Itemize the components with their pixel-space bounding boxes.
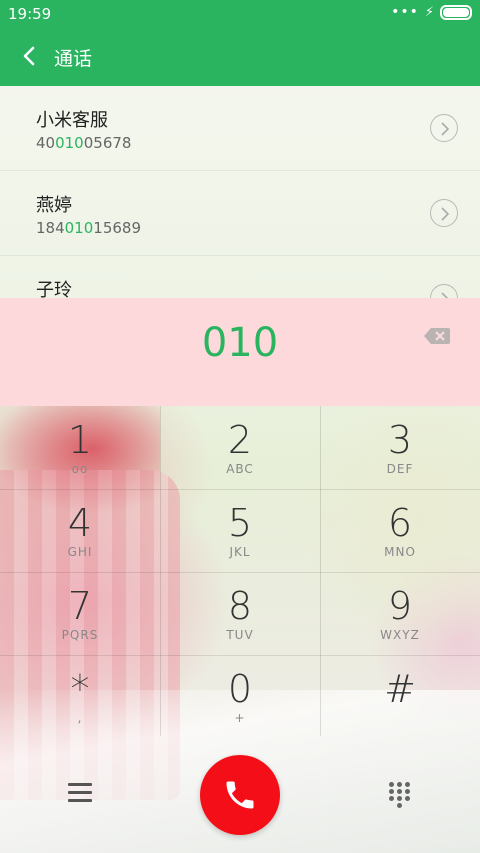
key-6[interactable]: 6 MNO bbox=[320, 489, 480, 571]
dialpad-icon[interactable] bbox=[389, 782, 411, 808]
key-hash[interactable]: # bbox=[320, 655, 480, 737]
keypad-divider bbox=[0, 572, 480, 573]
app-header: 通话 bbox=[0, 28, 480, 86]
keypad-divider bbox=[0, 655, 480, 656]
contact-detail-icon[interactable] bbox=[430, 114, 458, 142]
contact-number: 18401015689 bbox=[36, 219, 141, 237]
charging-icon: ⚡ bbox=[424, 4, 434, 20]
key-2[interactable]: 2 ABC bbox=[160, 406, 320, 488]
key-8[interactable]: 8 TUV bbox=[160, 572, 320, 654]
back-arrow-icon[interactable] bbox=[18, 44, 42, 68]
page-title: 通话 bbox=[54, 48, 93, 70]
list-item[interactable]: 子玲 bbox=[0, 256, 480, 298]
contact-number: 4001005678 bbox=[36, 134, 132, 152]
keypad-divider bbox=[160, 406, 161, 736]
key-9[interactable]: 9 WXYZ bbox=[320, 572, 480, 654]
status-time: 19:59 bbox=[8, 5, 52, 23]
key-5[interactable]: 5 JKL bbox=[160, 489, 320, 571]
contact-name: 子玲 bbox=[36, 280, 72, 298]
key-4[interactable]: 4 GHI bbox=[0, 489, 160, 571]
signal-dots-icon: ••• bbox=[391, 4, 419, 20]
key-7[interactable]: 7 PQRS bbox=[0, 572, 160, 654]
backspace-icon[interactable] bbox=[424, 328, 450, 344]
status-icons: ••• ⚡ bbox=[391, 4, 472, 20]
phone-icon bbox=[226, 781, 254, 809]
list-item[interactable]: 燕婷 18401015689 bbox=[0, 171, 480, 256]
contact-detail-icon[interactable] bbox=[430, 284, 458, 298]
dial-input-bar: 010 bbox=[0, 298, 480, 406]
call-button[interactable] bbox=[200, 755, 280, 835]
key-0[interactable]: 0 + bbox=[160, 655, 320, 737]
dial-keypad: 1 oo 2 ABC 3 DEF 4 GHI 5 JKL 6 MNO 7 PQRS 8 TUV … bbox=[0, 406, 480, 736]
list-item[interactable]: 小米客服 4001005678 bbox=[0, 86, 480, 171]
contact-detail-icon[interactable] bbox=[430, 199, 458, 227]
contact-name: 小米客服 bbox=[36, 110, 108, 131]
contact-name: 燕婷 bbox=[36, 195, 72, 216]
status-bar: 19:59 ••• ⚡ bbox=[0, 0, 480, 28]
key-3[interactable]: 3 DEF bbox=[320, 406, 480, 488]
keypad-divider bbox=[320, 406, 321, 736]
dialed-number: 010 bbox=[201, 320, 279, 366]
contact-list: 小米客服 4001005678 燕婷 18401015689 子玲 bbox=[0, 86, 480, 298]
key-star[interactable]: *, bbox=[0, 655, 160, 737]
menu-icon[interactable] bbox=[68, 783, 92, 803]
keypad-divider bbox=[0, 489, 480, 490]
battery-icon bbox=[440, 4, 472, 20]
key-1[interactable]: 1 oo bbox=[0, 406, 160, 488]
